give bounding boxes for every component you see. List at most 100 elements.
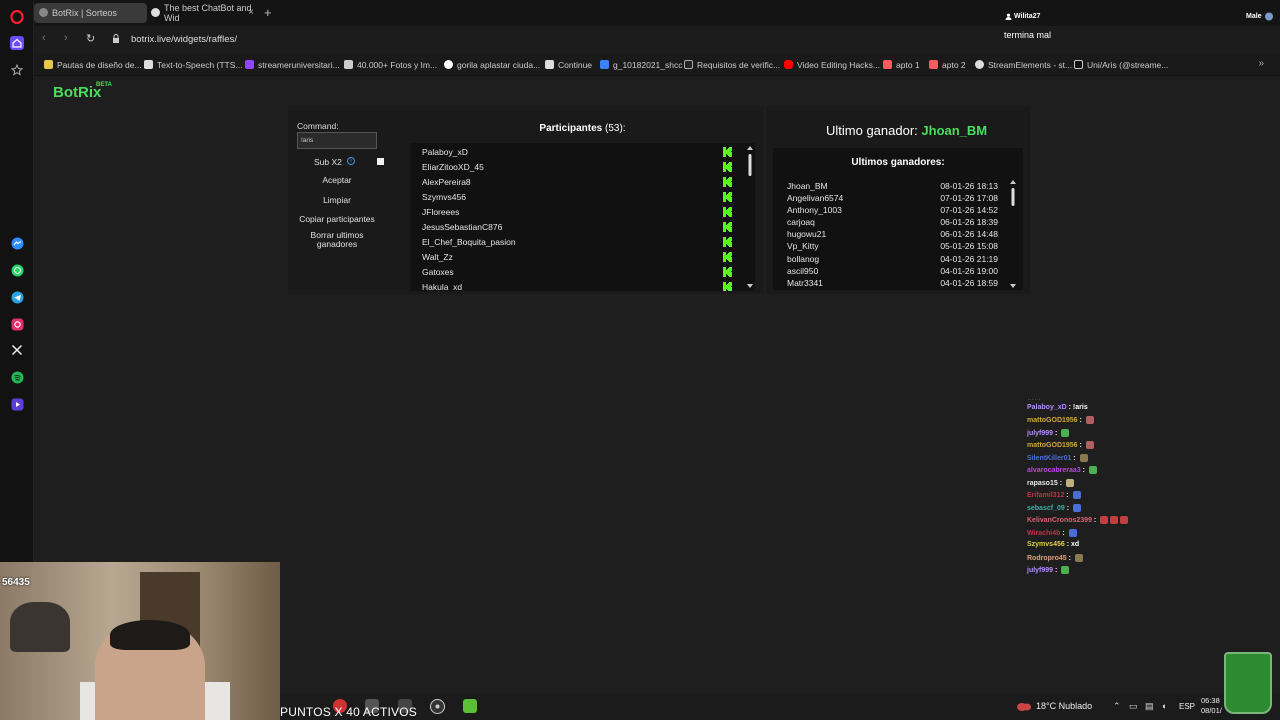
participant-item: Palaboy_xD [422,147,468,157]
player-icon[interactable] [8,395,26,413]
last-winner-label: Ultimo ganador: [826,123,918,138]
chat-line: alvarocabreraa3 : [1027,466,1097,474]
tab-chatbot[interactable]: The best ChatBot and Wid × [146,3,260,23]
emote-icon [1061,429,1070,437]
command-input[interactable] [297,132,377,149]
bookmark-item[interactable]: Pautas de diseño de... [44,60,142,70]
forward-icon[interactable]: › [64,32,68,44]
bookmark-item[interactable]: Text-to-Speech (TTS... [144,60,243,70]
bookmark-item[interactable]: Uni/Aris (@streame... [1074,60,1168,70]
network-icon[interactable]: ▤ [1145,701,1154,712]
chat-line: sebascf_09 : [1027,504,1081,512]
chat-line: julyf999 : [1027,566,1070,574]
bookmark-item[interactable]: gorila aplastar ciuda... [444,60,540,70]
obs-icon[interactable] [430,699,445,714]
emote-icon [1110,516,1119,524]
winners-scrollbar[interactable] [1010,180,1016,288]
tab-botrix[interactable]: BotRix | Sorteos [34,3,147,23]
bookmarks-more-icon[interactable]: » [1258,58,1264,69]
overlay-gender: Male [1246,13,1262,20]
overlay-user: Wilita27 [1014,13,1041,20]
bookmark-item[interactable]: apto 2 [929,60,966,70]
winner-date: 05-01-26 15:08 [940,241,998,251]
reload-icon[interactable]: ↻ [86,32,95,45]
participants-title: Participantes (53): [539,123,626,134]
bookmark-item[interactable]: Video Editing Hacks... [784,60,880,70]
emote-icon [1073,504,1081,512]
last-winner-name: Jhoan_BM [921,123,988,138]
winner-name: Anthony_1003 [787,205,842,215]
bookmark-item[interactable]: 40.000+ Fotos y Im... [344,60,437,70]
new-tab-icon[interactable]: + [264,5,272,20]
participants-count: (53): [605,123,626,134]
winner-name: ascil950 [787,266,819,276]
kick-icon [723,147,732,157]
info-icon[interactable]: i [347,157,355,165]
tab-favicon-icon [151,8,160,17]
bookmark-icon [344,60,353,69]
participant-item: El_Chef_Boquita_pasion [422,237,516,247]
kick-icon [723,192,732,202]
sub-x2-checkbox[interactable] [377,158,384,165]
bookmark-item[interactable]: Continue [545,60,592,70]
user-icon [1005,13,1012,20]
viewer-count: 56435 [2,577,30,588]
cloud-icon [1017,703,1031,711]
bookmark-icon [144,60,153,69]
copy-participants-button[interactable]: Copiar participantes [297,214,377,224]
winner-name: hugowu21 [787,229,827,239]
weather-text[interactable]: 18°C Nublado [1036,701,1092,711]
winner-name: bollanog [787,254,820,264]
last-winner-heading: Ultimo ganador: Jhoan_BM [826,123,987,138]
instagram-icon[interactable] [8,315,26,333]
clear-button[interactable]: Limpiar [297,195,377,205]
back-icon[interactable]: ‹ [42,32,46,44]
overlay-message: termina mal [1004,30,1052,40]
command-label: Command: [297,121,339,131]
delete-winners-button[interactable]: Borrar ultimos ganadores [297,231,377,249]
bookmark-item[interactable]: StreamElements - st... [975,60,1072,70]
bookmark-icon [545,60,554,69]
kick-icon [723,207,732,217]
x-icon[interactable] [8,341,26,359]
star-icon[interactable] [8,61,26,79]
spotify-icon[interactable] [8,368,26,386]
bookmark-item[interactable]: apto 1 [883,60,920,70]
home-icon[interactable] [8,34,26,52]
chat-line: KelivanCronos2399 : [1027,516,1129,524]
chat-line: Palaboy_xD : !aris [1027,404,1088,411]
chevron-up-icon[interactable]: ⌃ [1113,701,1121,712]
url-field[interactable]: botrix.live/widgets/raffles/ [131,34,237,45]
beta-badge: BETA [96,82,112,88]
bookmark-icon [600,60,609,69]
telegram-icon[interactable] [8,288,26,306]
participants-list[interactable]: Palaboy_xD EliarZitooXD_45 AlexPereira8 … [410,143,755,291]
bookmarks-bar: Pautas de diseño de... Text-to-Speech (T… [34,54,1280,76]
accept-button[interactable]: Aceptar [297,175,377,185]
bookmark-item[interactable]: g_10182021_shcc [600,60,682,70]
opera-logo-icon[interactable] [8,8,26,26]
whatsapp-icon[interactable] [8,261,26,279]
close-tab-icon[interactable]: × [248,7,254,18]
emote-icon [1100,516,1109,524]
emote-icon [1065,479,1074,487]
botrix-logo[interactable]: BotRix [53,84,101,101]
tab-bar: BotRix | Sorteos The best ChatBot and Wi… [34,0,1280,26]
system-clock[interactable]: 06:38 08/01/ [1201,696,1222,716]
tray-icon[interactable]: ▭ [1129,701,1138,712]
winner-date: 04-01-26 19:00 [940,266,998,276]
winner-date: 06-01-26 14:48 [940,229,998,239]
participants-scrollbar[interactable] [747,146,753,288]
language-indicator[interactable]: ESP [1179,702,1195,711]
google-icon [444,60,453,69]
tab-title: BotRix | Sorteos [52,8,117,18]
volume-icon[interactable]: ◖ [1161,701,1166,711]
messenger-icon[interactable] [8,234,26,252]
minecraft-icon[interactable] [463,699,477,713]
participant-item: Hakula_xd [422,282,463,291]
bookmark-item[interactable]: streameruniversitari... [245,60,340,70]
bookmark-item[interactable]: Requisitos de verific... [684,60,780,70]
emote-icon [1072,491,1081,499]
points-ticker: PUNTOS X 40 ACTIVOS [280,705,417,719]
clock-time: 06:38 [1201,696,1220,705]
